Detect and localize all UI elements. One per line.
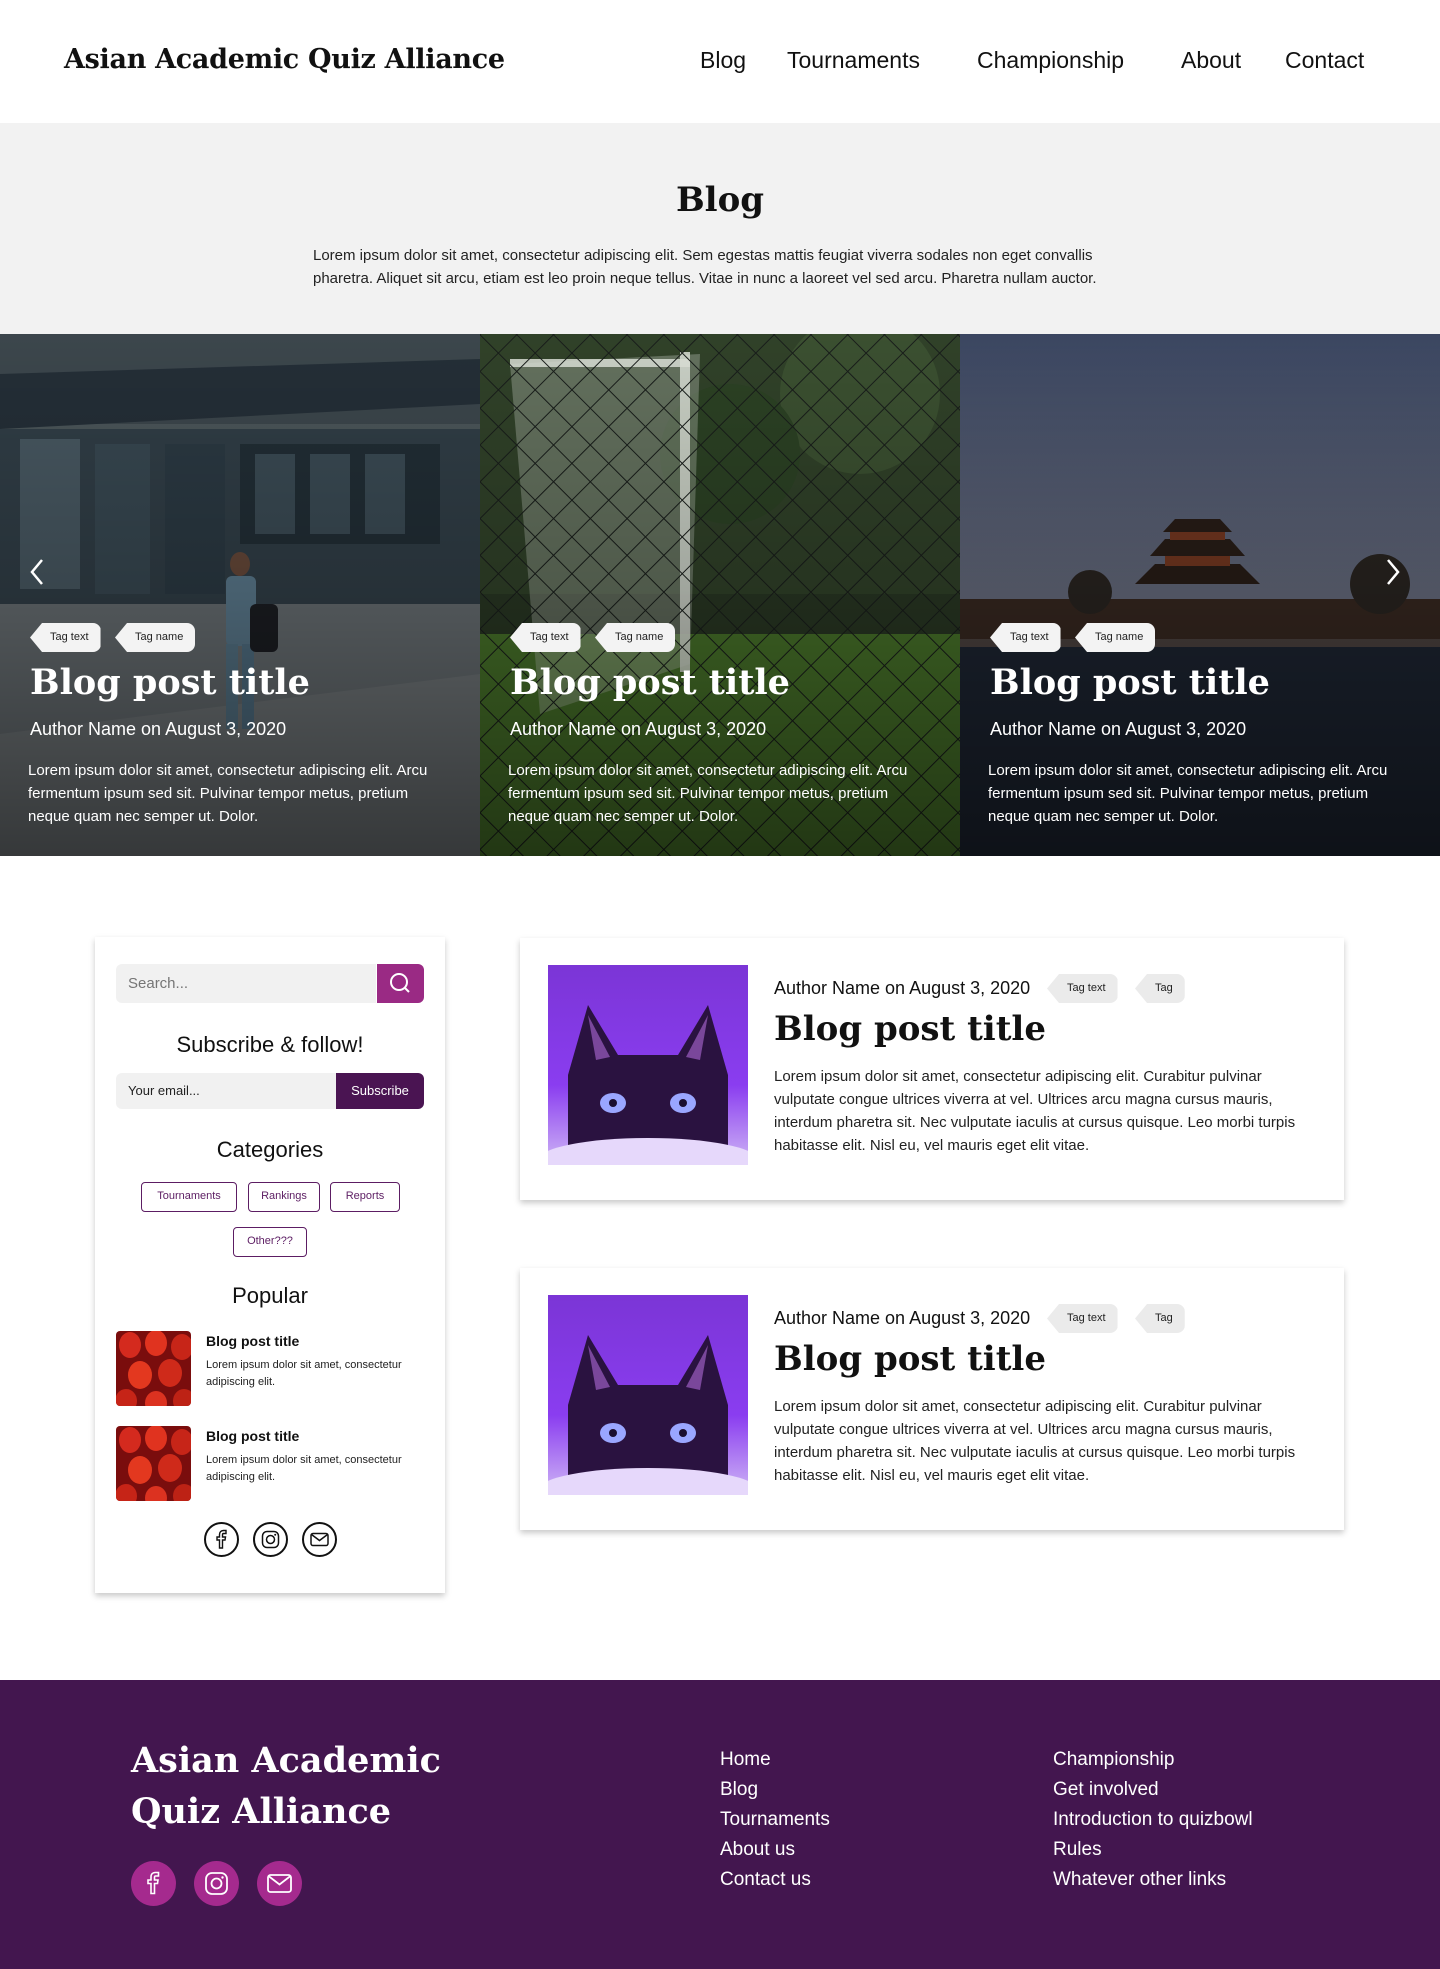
category-tag[interactable]: Other??? — [233, 1227, 307, 1257]
blog-intro: Blog Lorem ipsum dolor sit amet, consect… — [0, 123, 1440, 334]
slide-tag[interactable]: Tag name — [1075, 623, 1156, 652]
carousel-slide[interactable]: Tag text Tag name Blog post title Author… — [960, 334, 1440, 856]
post-excerpt: Lorem ipsum dolor sit amet, consectetur … — [774, 1068, 1296, 1154]
categories-title: Categories — [216, 1137, 324, 1162]
post-tag[interactable]: Tag — [1135, 974, 1185, 1003]
nav-tournaments[interactable]: Tournaments — [787, 47, 920, 74]
popular-title: Popular — [232, 1283, 308, 1308]
footer-link-other[interactable]: Whatever other links — [1053, 1869, 1226, 1891]
purple-cat-photo[interactable] — [548, 1295, 748, 1495]
chevron-right-icon[interactable] — [1374, 552, 1410, 592]
slide-author: Author Name on August 3, 2020 — [990, 719, 1247, 739]
nav-championship[interactable]: Championship — [977, 47, 1124, 74]
post-excerpt: Lorem ipsum dolor sit amet, consectetur … — [774, 1398, 1296, 1484]
search-icon — [390, 973, 410, 993]
featured-carousel: Tag text Tag name Blog post title Author… — [0, 334, 1440, 856]
slide-author: Author Name on August 3, 2020 — [510, 719, 767, 739]
post-title[interactable]: Blog post title — [774, 1339, 1046, 1379]
category-tag[interactable]: Rankings — [248, 1182, 320, 1212]
intro-text: Lorem ipsum dolor sit amet, consectetur … — [313, 247, 1097, 287]
category-tag[interactable]: Reports — [330, 1182, 400, 1212]
footer-link-rules[interactable]: Rules — [1053, 1839, 1102, 1861]
post-author: Author Name on August 3, 2020 — [774, 1308, 1031, 1328]
footer-link-get-involved[interactable]: Get involved — [1053, 1779, 1159, 1801]
mail-icon[interactable] — [257, 1861, 302, 1906]
nav-about[interactable]: About — [1181, 47, 1241, 74]
slide-excerpt: Lorem ipsum dolor sit amet, consectetur … — [28, 762, 428, 825]
subscribe-title: Subscribe & follow! — [176, 1032, 364, 1057]
slide-title[interactable]: Blog post title — [990, 662, 1270, 703]
slide-title[interactable]: Blog post title — [30, 662, 310, 703]
facebook-icon[interactable] — [131, 1861, 176, 1906]
search-input[interactable] — [116, 964, 376, 1003]
instagram-icon[interactable] — [194, 1861, 239, 1906]
site-brand[interactable]: Asian Academic Quiz Alliance — [64, 44, 505, 75]
email-field[interactable]: Your email... — [116, 1073, 336, 1109]
mail-icon[interactable] — [302, 1522, 337, 1557]
footer-link-intro-quizbowl[interactable]: Introduction to quizbowl — [1053, 1809, 1253, 1831]
blog-post-card[interactable]: Author Name on August 3, 2020 Tag text T… — [520, 1268, 1344, 1530]
popular-post-title[interactable]: Blog post title — [206, 1428, 299, 1444]
slide-excerpt: Lorem ipsum dolor sit amet, consectetur … — [988, 762, 1388, 825]
category-tag[interactable]: Tournaments — [141, 1182, 237, 1212]
carousel-slide[interactable]: Tag text Tag name Blog post title Author… — [0, 334, 480, 856]
instagram-icon[interactable] — [253, 1522, 288, 1557]
slide-tag[interactable]: Tag text — [30, 623, 101, 652]
slide-tag[interactable]: Tag text — [990, 623, 1061, 652]
footer-link-blog[interactable]: Blog — [720, 1779, 758, 1801]
slide-title[interactable]: Blog post title — [510, 662, 790, 703]
purple-cat-photo[interactable] — [548, 965, 748, 1165]
footer-link-about[interactable]: About us — [720, 1839, 795, 1861]
popular-post-title[interactable]: Blog post title — [206, 1333, 299, 1349]
footer-link-tournaments[interactable]: Tournaments — [720, 1809, 830, 1831]
popular-post-excerpt: Lorem ipsum dolor sit amet, consectetur … — [206, 1454, 402, 1483]
post-tag[interactable]: Tag text — [1047, 1304, 1118, 1333]
post-title[interactable]: Blog post title — [774, 1009, 1046, 1049]
popular-post-excerpt: Lorem ipsum dolor sit amet, consectetur … — [206, 1359, 402, 1388]
post-tag[interactable]: Tag text — [1047, 974, 1118, 1003]
footer-brand[interactable]: Asian Academic Quiz Alliance — [131, 1735, 451, 1837]
slide-excerpt: Lorem ipsum dolor sit amet, consectetur … — [508, 762, 908, 825]
popular-post-thumbnail[interactable] — [116, 1426, 191, 1501]
nav-blog[interactable]: Blog — [700, 47, 746, 74]
site-footer: Asian Academic Quiz Alliance Home Blog T… — [0, 1680, 1440, 1969]
carousel-slide[interactable]: Tag text Tag name Blog post title Author… — [480, 334, 960, 856]
post-author: Author Name on August 3, 2020 — [774, 978, 1031, 998]
slide-tag[interactable]: Tag text — [510, 623, 581, 652]
post-tag[interactable]: Tag — [1135, 1304, 1185, 1333]
footer-link-home[interactable]: Home — [720, 1749, 771, 1771]
footer-link-contact[interactable]: Contact us — [720, 1869, 811, 1891]
sidebar: Subscribe & follow! Your email... Subscr… — [95, 937, 445, 1593]
page-title: Blog — [675, 180, 765, 220]
blog-post-card[interactable]: Author Name on August 3, 2020 Tag text T… — [520, 938, 1344, 1200]
nav-contact[interactable]: Contact — [1285, 47, 1364, 74]
search-button[interactable] — [377, 964, 424, 1003]
chevron-left-icon[interactable] — [20, 552, 56, 592]
facebook-icon[interactable] — [204, 1522, 239, 1557]
slide-tag[interactable]: Tag name — [115, 623, 196, 652]
subscribe-button[interactable]: Subscribe — [336, 1073, 424, 1109]
site-header: Asian Academic Quiz Alliance Blog Tourna… — [0, 0, 1440, 123]
slide-tag[interactable]: Tag name — [595, 623, 676, 652]
popular-post-thumbnail[interactable] — [116, 1331, 191, 1406]
footer-link-championship[interactable]: Championship — [1053, 1749, 1174, 1771]
slide-author: Author Name on August 3, 2020 — [30, 719, 287, 739]
